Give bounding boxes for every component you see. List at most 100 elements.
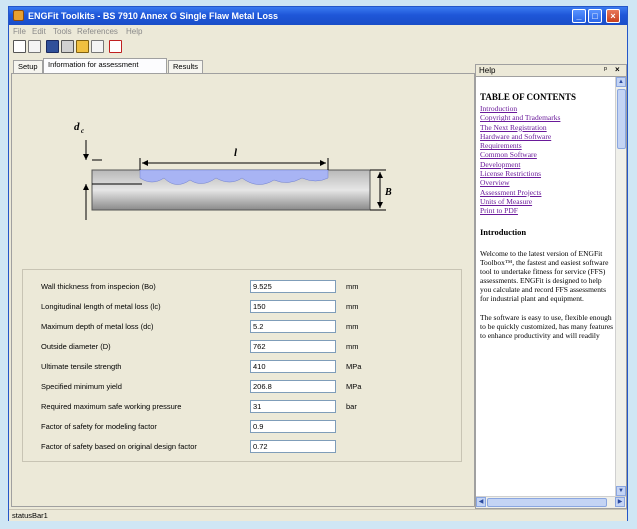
minimum-yield-label: Specified minimum yield [41,382,122,391]
new-file-icon[interactable] [13,40,26,53]
outside-diameter-label: Outside diameter (D) [41,342,111,351]
help-link-development[interactable]: Development [480,160,614,169]
print-icon[interactable] [61,40,74,53]
app-window: ENGFit Toolkits - BS 7910 Annex G Single… [8,6,628,521]
outside-diameter-unit: mm [346,342,359,351]
design-factor-input[interactable] [250,440,336,453]
wall-thickness-label: Wall thickness from inspecion (Bo) [41,282,156,291]
save-icon[interactable] [46,40,59,53]
assessment-input-form: Wall thickness from inspecion (Bo) mm Lo… [22,269,462,462]
help-pane: Help ᵖ × TABLE OF CONTENTS Introduction … [475,64,627,509]
minimum-yield-input[interactable] [250,380,336,393]
length-arrow-left [142,160,148,166]
thickness-arrow-top [377,172,383,178]
modeling-factor-label: Factor of safety for modeling factor [41,422,157,431]
tensile-strength-input[interactable] [250,360,336,373]
max-depth-input[interactable] [250,320,336,333]
pencil-icon[interactable] [76,40,89,53]
help-link-overview[interactable]: Overview [480,178,614,187]
input-row-longitudinal-length: Longitudinal length of metal loss (lc) m… [23,300,461,314]
modeling-factor-input[interactable] [250,420,336,433]
outside-diameter-input[interactable] [250,340,336,353]
minimum-yield-unit: MPa [346,382,362,391]
depth-arrowhead-bottom [83,184,89,190]
length-label: l [234,147,238,159]
max-depth-unit: mm [346,322,359,331]
help-link-hardware[interactable]: Hardware and Software [480,132,614,141]
help-link-common-software[interactable]: Common Software [480,150,614,159]
menu-references[interactable]: References [77,27,118,36]
copy-icon[interactable] [91,40,104,53]
tab-results[interactable]: Results [168,60,204,73]
tab-setup[interactable]: Setup [13,60,43,73]
pdf-icon[interactable] [109,40,122,53]
metal-loss-diagram: l d c B o [74,121,392,220]
longitudinal-length-unit: mm [346,302,359,311]
help-link-introduction[interactable]: Introduction [480,104,614,113]
input-row-wall-thickness: Wall thickness from inspecion (Bo) mm [23,280,461,294]
software-paragraph: The software is easy to use, flexible en… [480,312,614,340]
open-file-icon[interactable] [28,40,41,53]
working-pressure-unit: bar [346,402,357,411]
intro-heading: Introduction [480,226,527,237]
tab-information-for-assessment[interactable]: Information for assessment [43,58,167,74]
depth-arrowhead-top [83,154,89,160]
help-link-assessment-projects[interactable]: Assessment Projects [480,188,614,197]
scroll-right-icon[interactable]: ▶ [615,497,625,507]
help-content: TABLE OF CONTENTS Introduction Copyright… [480,79,614,491]
horizontal-scroll-thumb[interactable] [487,498,607,507]
longitudinal-length-label: Longitudinal length of metal loss (lc) [41,302,161,311]
length-arrow-right [320,160,326,166]
input-row-tensile-strength: Ultimate tensile strength MPa [23,360,461,374]
minimize-button[interactable]: _ [572,9,586,23]
tensile-strength-unit: MPa [346,362,362,371]
status-bar: statusBar1 [9,509,627,521]
input-row-max-depth: Maximum depth of metal loss (dc) mm [23,320,461,334]
menu-edit[interactable]: Edit [32,27,46,36]
vertical-scroll-thumb[interactable] [617,89,626,149]
toolbar [9,38,627,56]
longitudinal-length-input[interactable] [250,300,336,313]
help-link-copyright[interactable]: Copyright and Trademarks [480,113,614,122]
wall-thickness-input[interactable] [250,280,336,293]
scroll-left-icon[interactable]: ◀ [476,497,486,507]
help-link-license[interactable]: License Restrictions [480,169,614,178]
thickness-label: B [384,187,392,198]
wall-thickness-unit: mm [346,282,359,291]
thickness-arrow-bottom [377,202,383,208]
status-text: statusBar1 [12,511,48,520]
scroll-down-icon[interactable]: ▼ [616,486,626,496]
intro-paragraph: Welcome to the latest version of ENGFit … [480,248,609,303]
help-link-print-pdf[interactable]: Print to PDF [480,206,614,215]
pin-icon[interactable]: ᵖ [604,65,607,74]
app-icon [13,10,24,21]
help-header: Help ᵖ × [476,65,626,77]
maximize-button[interactable]: □ [588,9,602,23]
help-link-registration[interactable]: The Next Registration [480,123,614,132]
menu-file[interactable]: File [13,27,26,36]
scroll-up-icon[interactable]: ▲ [616,77,626,87]
help-horizontal-scrollbar[interactable]: ◀ ▶ [476,496,626,508]
working-pressure-label: Required maximum safe working pressure [41,402,182,411]
window-title: ENGFit Toolkits - BS 7910 Annex G Single… [28,11,279,21]
help-close-icon[interactable]: × [615,65,620,74]
input-row-working-pressure: Required maximum safe working pressure b… [23,400,461,414]
assessment-panel: l d c B o Wall thickness from inspecion … [11,73,475,507]
menu-tools[interactable]: Tools [53,27,72,36]
input-row-outside-diameter: Outside diameter (D) mm [23,340,461,354]
menu-bar: File Edit Tools References Help [9,25,627,38]
title-bar[interactable]: ENGFit Toolkits - BS 7910 Annex G Single… [9,7,627,25]
depth-label-sub: c [81,127,84,135]
depth-label: d [74,121,80,133]
working-pressure-input[interactable] [250,400,336,413]
help-vertical-scrollbar[interactable]: ▲ ▼ [615,77,626,497]
tensile-strength-label: Ultimate tensile strength [41,362,122,371]
input-row-minimum-yield: Specified minimum yield MPa [23,380,461,394]
input-row-design-factor: Factor of safety based on original desig… [23,440,461,454]
help-link-requirements[interactable]: Requirements [480,141,614,150]
close-button[interactable]: × [606,9,620,23]
help-title: Help [479,66,496,75]
help-link-units[interactable]: Units of Measure [480,197,614,206]
input-row-modeling-factor: Factor of safety for modeling factor [23,420,461,434]
menu-help[interactable]: Help [126,27,142,36]
